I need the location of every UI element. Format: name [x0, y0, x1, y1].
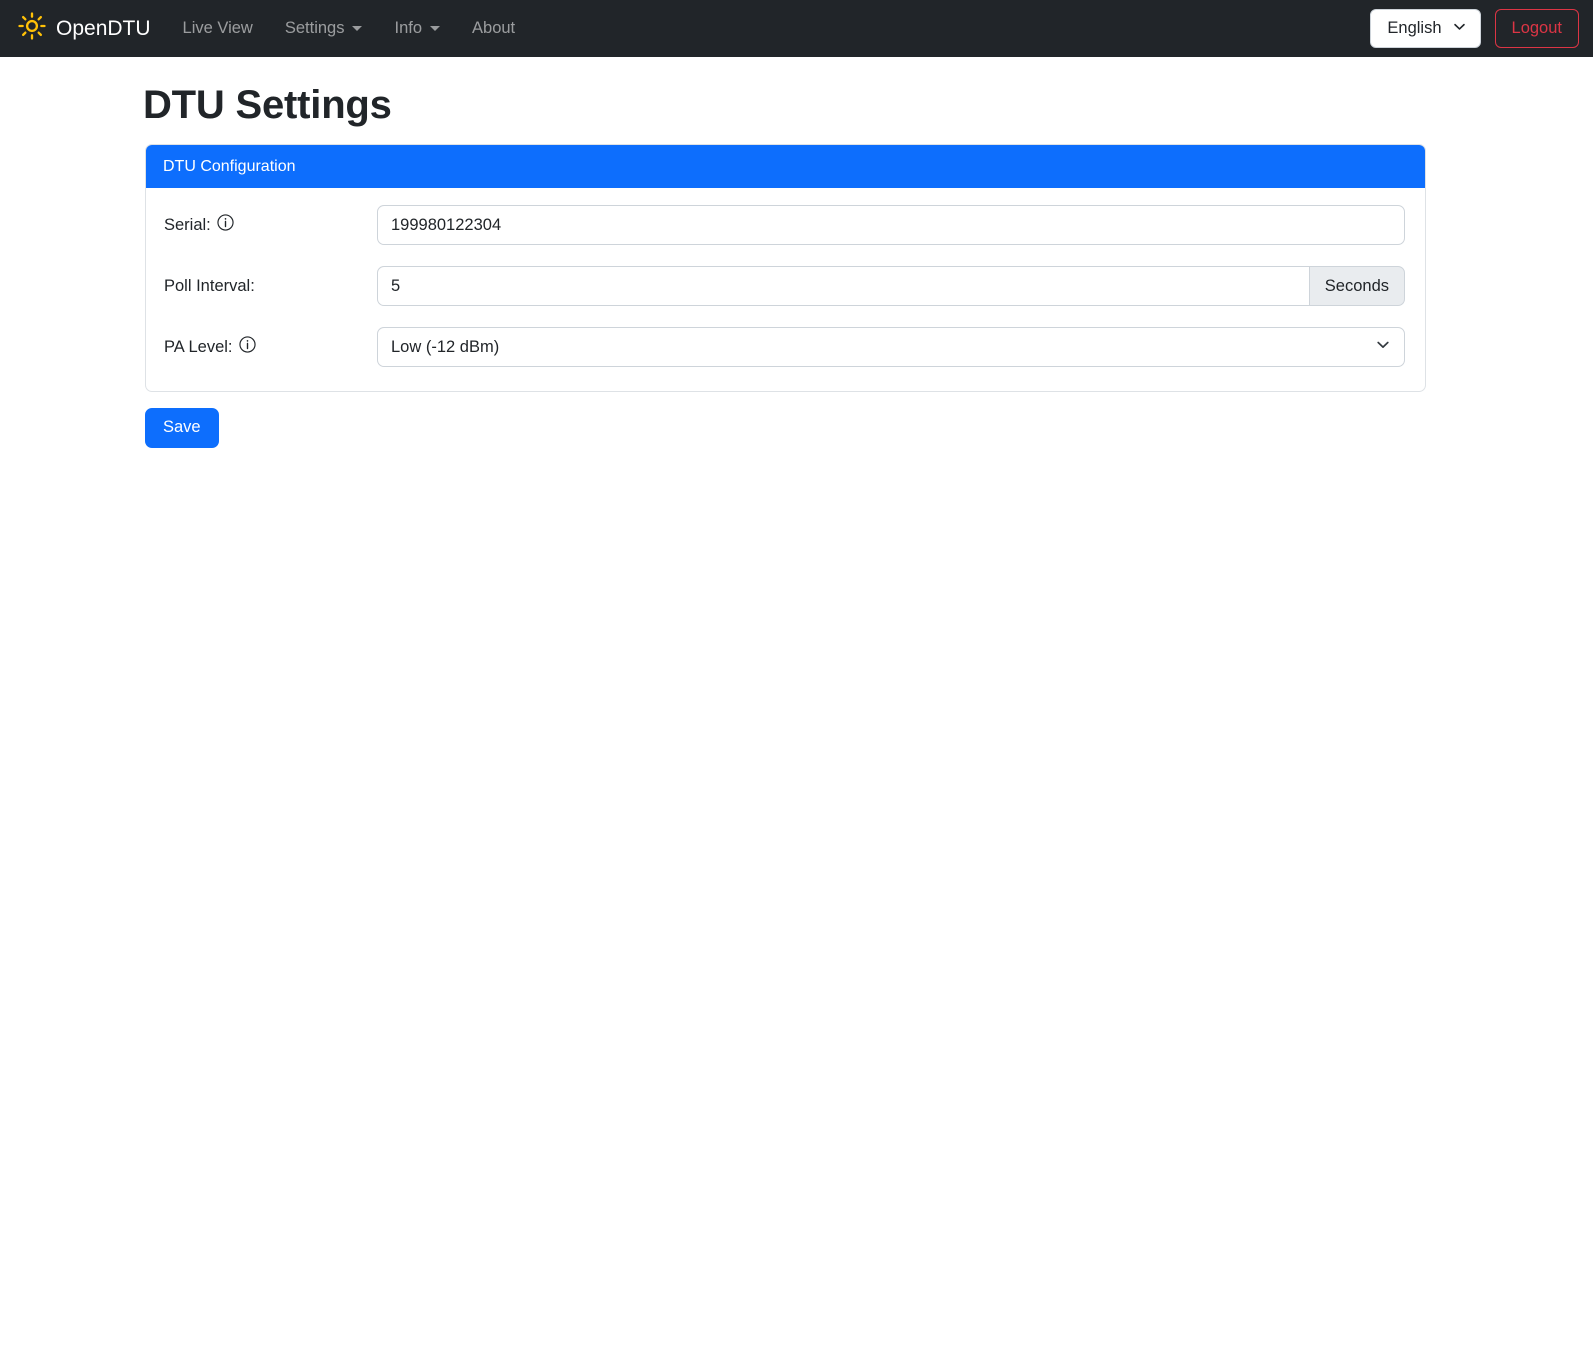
- form-row-pa-level: PA Level: Min (-18 dBm)Low (-12 dBm)High…: [163, 327, 1405, 368]
- navbar-right-actions: English Logout: [1370, 9, 1579, 48]
- dtu-configuration-card: DTU Configuration Serial: 199980122304 P…: [145, 144, 1426, 393]
- form-row-poll-interval: Poll Interval: Seconds: [163, 266, 1405, 307]
- nav-item-label: Live View: [182, 19, 253, 37]
- save-button[interactable]: Save: [145, 408, 219, 448]
- poll-interval-unit-addon: Seconds: [1308, 266, 1405, 307]
- chevron-down-icon: [430, 26, 441, 31]
- page-container: DTU Settings DTU Configuration Serial: 1…: [0, 82, 1593, 448]
- pa-level-field-wrap: Min (-18 dBm)Low (-12 dBm)High (-6 dBm)M…: [377, 327, 1405, 368]
- brand-logo[interactable]: OpenDTU: [18, 11, 151, 46]
- nav-item-label: About: [472, 19, 516, 37]
- nav-item-label: Info: [394, 19, 423, 37]
- brand-label: OpenDTU: [56, 16, 151, 40]
- language-selected-label: English: [1387, 19, 1442, 37]
- pa-level-select[interactable]: Min (-18 dBm)Low (-12 dBm)High (-6 dBm)M…: [377, 327, 1405, 368]
- nav-item-info[interactable]: Info: [378, 11, 456, 46]
- info-circle-icon[interactable]: [238, 336, 256, 358]
- serial-input[interactable]: [377, 205, 1405, 246]
- chevron-down-icon: [1452, 19, 1467, 39]
- top-navbar: OpenDTU Live View Settings Info About En…: [0, 0, 1593, 57]
- serial-label-group: Serial:: [163, 214, 377, 236]
- nav-item-about[interactable]: About: [456, 11, 531, 46]
- poll-interval-input[interactable]: [377, 266, 1309, 307]
- serial-field-wrap: [377, 205, 1405, 246]
- serial-label: Serial:: [164, 215, 211, 234]
- poll-interval-field-wrap: Seconds: [377, 266, 1405, 307]
- nav-item-label: Settings: [284, 19, 345, 37]
- page-title: DTU Settings: [143, 83, 392, 127]
- nav-item-live-view[interactable]: Live View: [167, 11, 269, 46]
- pa-level-label-group: PA Level:: [163, 336, 377, 358]
- language-selector[interactable]: English: [1370, 9, 1481, 48]
- card-body: Serial: Poll Interval:: [146, 188, 1425, 391]
- card-header-title: DTU Configuration: [146, 145, 1425, 189]
- pa-level-label: PA Level:: [164, 337, 233, 356]
- sun-icon: [18, 11, 46, 46]
- nav-item-settings[interactable]: Settings: [269, 11, 379, 46]
- form-row-serial: Serial:: [163, 205, 1405, 246]
- logout-button[interactable]: Logout: [1494, 9, 1579, 48]
- info-circle-icon[interactable]: [217, 214, 234, 236]
- poll-interval-label-group: Poll Interval:: [163, 277, 377, 296]
- nav-links: Live View Settings Info About: [167, 11, 532, 46]
- chevron-down-icon: [352, 26, 363, 31]
- poll-interval-label: Poll Interval:: [164, 276, 255, 295]
